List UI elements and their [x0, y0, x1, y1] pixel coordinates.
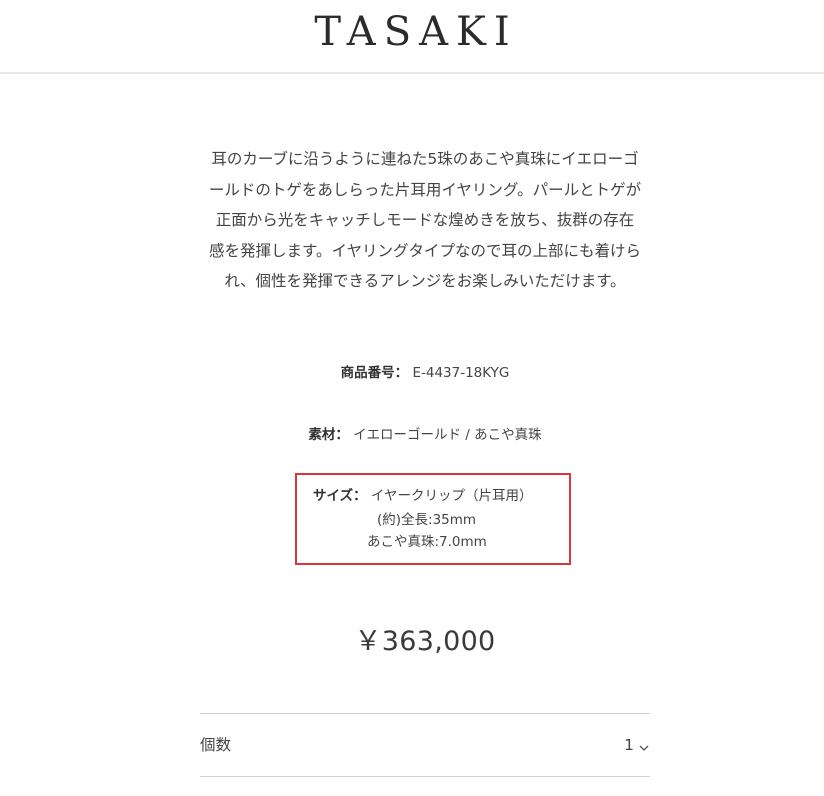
brand-logo[interactable]: TASAKI [0, 6, 824, 58]
product-description: 耳のカーブに沿うように連ねた5珠のあこや真珠にイエローゴ ールドのトゲをあしらっ… [198, 144, 652, 297]
description-line: ールドのトゲをあしらった片耳用イヤリング。パールとトゲが [208, 180, 642, 199]
product-code-row: 商品番号： E-4437-18KYG [200, 363, 650, 383]
description-line: れ、個性を発揮できるアレンジをお楽しみいただけます。 [224, 272, 626, 290]
material-label: 素材： [308, 427, 349, 443]
description-line: 耳のカーブに沿うように連ねた5珠のあこや真珠にイエローゴ [211, 150, 639, 168]
product-code-value: E-4437-18KYG [412, 365, 510, 381]
size-value-clip: イヤークリップ（片耳用） [370, 488, 533, 504]
size-label: サイズ： [313, 488, 367, 504]
site-header: TASAKI [0, 0, 824, 74]
quantity-label: 個数 [200, 736, 232, 754]
size-row: サイズ： イヤークリップ（片耳用） [297, 486, 569, 506]
chevron-down-icon [638, 739, 650, 751]
quantity-row: 個数 1 [200, 713, 650, 777]
quantity-value: 1 [624, 736, 634, 754]
size-length: (約)全長:35mm [377, 512, 477, 528]
quantity-select[interactable]: 1 [624, 732, 650, 758]
product-code-label: 商品番号： [340, 365, 409, 381]
product-price: ￥363,000 [354, 626, 496, 657]
material-value: イエローゴールド / あこや真珠 [353, 427, 542, 443]
material-row: 素材： イエローゴールド / あこや真珠 [200, 425, 650, 445]
description-line: 正面から光をキャッチしモードな煌めきを放ち、抜群の存在 [215, 211, 635, 229]
size-pearl: あこや真珠:7.0mm [367, 534, 487, 550]
description-line: 感を発揮します。イヤリングタイプなので耳の上部にも着けら [209, 241, 641, 260]
size-highlight-box: サイズ： イヤークリップ（片耳用） (約)全長:35mm あこや真珠:7.0mm [295, 473, 571, 565]
